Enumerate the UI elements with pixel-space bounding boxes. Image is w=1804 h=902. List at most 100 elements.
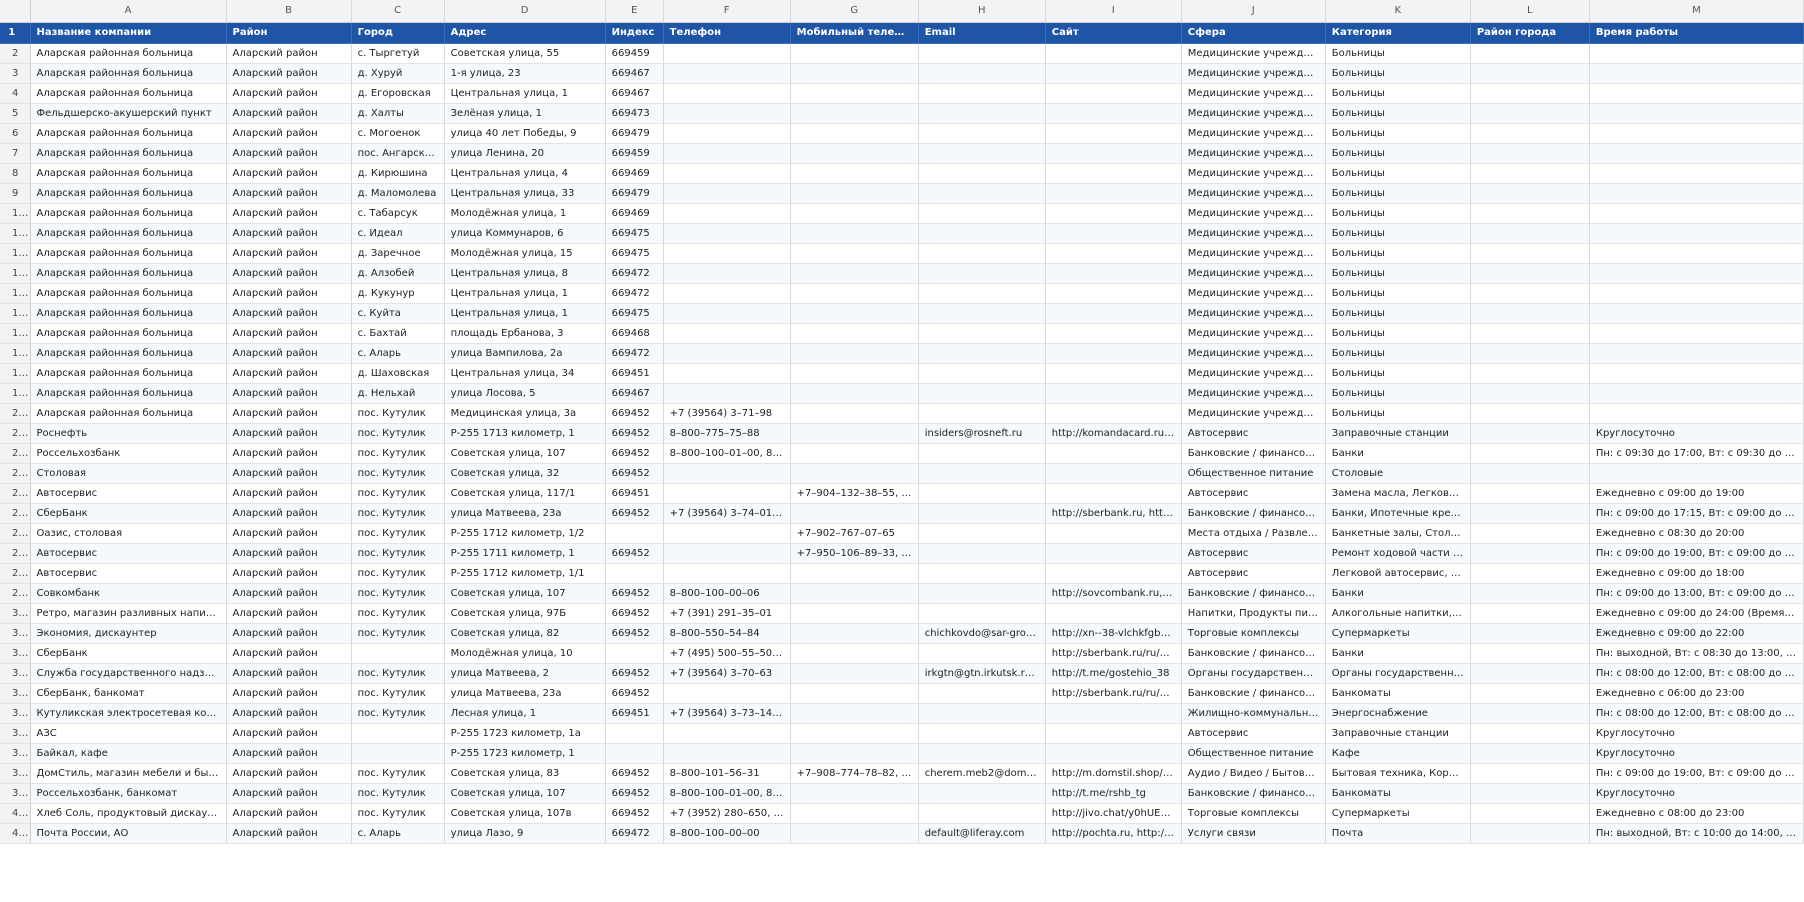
table-cell[interactable] — [790, 683, 919, 704]
table-cell[interactable]: 8–800–101–56–31 — [663, 763, 791, 784]
table-cell[interactable]: Аларский район — [226, 363, 352, 384]
table-cell[interactable] — [1589, 143, 1804, 164]
table-cell[interactable]: Ежедневно с 08:30 до 20:00 — [1589, 523, 1804, 544]
table-cell[interactable] — [1589, 243, 1804, 264]
table-cell[interactable]: 669479 — [605, 123, 664, 144]
table-cell[interactable]: Служба государственного надзора за ... — [30, 663, 227, 684]
table-cell[interactable] — [1470, 263, 1590, 284]
table-cell[interactable]: Медицинские учреждения — [1181, 63, 1326, 84]
table-cell[interactable] — [1045, 163, 1182, 184]
table-cell[interactable] — [1470, 583, 1590, 604]
table-cell[interactable]: http://jivo.chat/y0hUEwOJ... — [1045, 803, 1182, 824]
column-letter-l[interactable]: L — [1470, 0, 1590, 23]
table-cell[interactable]: пос. Кутулик — [351, 523, 445, 544]
table-cell[interactable]: Банки — [1325, 443, 1471, 464]
table-cell[interactable]: Ежедневно с 09:00 до 24:00 (Время прода.… — [1589, 603, 1804, 624]
table-cell[interactable] — [918, 63, 1046, 84]
table-cell[interactable]: Аларский район — [226, 323, 352, 344]
table-cell[interactable]: пос. Кутулик — [351, 543, 445, 564]
table-cell[interactable]: Аларская районная больница — [30, 183, 227, 204]
table-cell[interactable]: 669479 — [605, 183, 664, 204]
table-cell[interactable]: Аларский район — [226, 743, 352, 764]
header-cell[interactable]: Время работы — [1589, 22, 1804, 44]
table-cell[interactable] — [1470, 683, 1590, 704]
table-cell[interactable] — [1470, 303, 1590, 324]
table-cell[interactable]: с. Аларь — [351, 343, 445, 364]
table-cell[interactable]: д. Хуруй — [351, 63, 445, 84]
table-cell[interactable]: +7 (495) 500–55–50, 8–... — [663, 643, 791, 664]
table-cell[interactable]: Аларская районная больница — [30, 63, 227, 84]
table-cell[interactable]: улица Матвеева, 23а — [444, 503, 606, 524]
table-cell[interactable] — [790, 103, 919, 124]
row-number[interactable]: 38 — [0, 763, 31, 784]
table-cell[interactable] — [790, 663, 919, 684]
table-cell[interactable]: 669452 — [605, 683, 664, 704]
table-cell[interactable]: ДомСтиль, магазин мебели и бытово... — [30, 763, 227, 784]
table-cell[interactable]: Больницы — [1325, 43, 1471, 64]
table-cell[interactable] — [663, 343, 791, 364]
table-cell[interactable]: Центральная улица, 8 — [444, 263, 606, 284]
table-cell[interactable] — [1470, 523, 1590, 544]
table-cell[interactable]: улица Ленина, 20 — [444, 143, 606, 164]
table-cell[interactable]: Аларский район — [226, 723, 352, 744]
table-cell[interactable] — [1045, 443, 1182, 464]
table-cell[interactable] — [663, 303, 791, 324]
table-cell[interactable]: Банковские / финансовые ... — [1181, 783, 1326, 804]
table-cell[interactable] — [1589, 163, 1804, 184]
table-cell[interactable]: Торговые комплексы — [1181, 623, 1326, 644]
table-cell[interactable] — [1045, 183, 1182, 204]
row-number[interactable]: 5 — [0, 103, 31, 124]
table-cell[interactable]: irkgtn@gtn.irkutsk.ru, m... — [918, 663, 1046, 684]
table-cell[interactable] — [918, 343, 1046, 364]
table-cell[interactable] — [790, 443, 919, 464]
table-cell[interactable]: Аларский район — [226, 663, 352, 684]
table-cell[interactable] — [790, 603, 919, 624]
column-letter-c[interactable]: C — [351, 0, 445, 23]
table-cell[interactable]: http://pochta.ru, http://po... — [1045, 823, 1182, 844]
table-cell[interactable] — [663, 43, 791, 64]
table-cell[interactable] — [351, 743, 445, 764]
table-cell[interactable]: http://sberbank.ru/ru/quo... — [1045, 643, 1182, 664]
table-cell[interactable] — [1589, 123, 1804, 144]
table-cell[interactable] — [1470, 543, 1590, 564]
table-cell[interactable]: улица Вампилова, 2а — [444, 343, 606, 364]
table-cell[interactable]: Экономия, дискаунтер — [30, 623, 227, 644]
table-cell[interactable] — [663, 563, 791, 584]
table-cell[interactable]: Банкоматы — [1325, 783, 1471, 804]
table-cell[interactable]: СберБанк, банкомат — [30, 683, 227, 704]
table-cell[interactable] — [790, 83, 919, 104]
table-cell[interactable] — [1470, 283, 1590, 304]
table-cell[interactable] — [1045, 343, 1182, 364]
table-cell[interactable]: с. Идеал — [351, 223, 445, 244]
table-cell[interactable]: Легковой автосервис, Рем... — [1325, 563, 1471, 584]
column-letter-e[interactable]: E — [605, 0, 664, 23]
table-cell[interactable]: 669475 — [605, 243, 664, 264]
table-cell[interactable] — [1045, 243, 1182, 264]
table-cell[interactable] — [1045, 43, 1182, 64]
table-cell[interactable] — [1589, 43, 1804, 64]
table-cell[interactable] — [790, 43, 919, 64]
table-cell[interactable]: д. Кукунур — [351, 283, 445, 304]
row-number[interactable]: 6 — [0, 123, 31, 144]
table-cell[interactable]: Аларский район — [226, 63, 352, 84]
table-cell[interactable]: Больницы — [1325, 363, 1471, 384]
table-cell[interactable]: Центральная улица, 1 — [444, 303, 606, 324]
row-number[interactable]: 32 — [0, 643, 31, 664]
table-cell[interactable] — [790, 223, 919, 244]
table-cell[interactable] — [790, 643, 919, 664]
table-cell[interactable]: +7–950–106–89–33, +7... — [790, 543, 919, 564]
table-cell[interactable]: 669452 — [605, 763, 664, 784]
table-cell[interactable]: Аларская районная больница — [30, 263, 227, 284]
table-cell[interactable]: д. Шаховская — [351, 363, 445, 384]
table-cell[interactable] — [918, 223, 1046, 244]
table-cell[interactable]: Больницы — [1325, 343, 1471, 364]
table-cell[interactable]: http://m.domstil.shop/, ht... — [1045, 763, 1182, 784]
table-cell[interactable] — [918, 523, 1046, 544]
table-cell[interactable]: 669467 — [605, 383, 664, 404]
table-cell[interactable] — [1470, 563, 1590, 584]
row-number[interactable]: 2 — [0, 43, 31, 64]
table-cell[interactable]: Больницы — [1325, 303, 1471, 324]
row-number[interactable]: 34 — [0, 683, 31, 704]
table-cell[interactable]: Автосервис — [1181, 423, 1326, 444]
header-cell[interactable]: Название компании — [30, 22, 227, 44]
